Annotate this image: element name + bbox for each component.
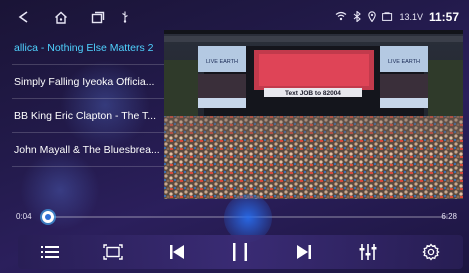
playlist-item[interactable]: BB King Eric Clapton - The T... [12, 99, 164, 133]
playlist-item[interactable]: allica - Nothing Else Matters 2 [12, 31, 164, 65]
settings-button[interactable] [416, 238, 446, 266]
progress-thumb[interactable] [42, 211, 55, 223]
status-indicators: 13.1V 11:57 [335, 8, 459, 26]
screen-text-right: LIVE EARTH [388, 59, 420, 65]
battery-icon [382, 11, 393, 23]
aspect-icon [103, 244, 124, 260]
usb-icon [119, 7, 131, 27]
playlist-item[interactable]: Simply Falling Iyeoka Officia... [12, 65, 164, 99]
wifi-icon [335, 11, 347, 23]
next-button[interactable] [289, 238, 319, 266]
pause-button[interactable] [225, 238, 255, 266]
aspect-ratio-button[interactable] [98, 238, 128, 266]
equalizer-button[interactable] [353, 238, 383, 266]
app-frame: 13.1V 11:57 allica - Nothing Else Matter… [6, 4, 463, 269]
control-bar [18, 235, 463, 269]
total-time: 6:28 [441, 212, 457, 221]
stage-banner: Text JOB to 82004 [285, 90, 341, 97]
list-icon [40, 246, 59, 258]
recent-apps-icon[interactable] [89, 7, 107, 27]
voltage-readout: 13.1V [399, 12, 423, 22]
back-icon[interactable] [16, 7, 32, 27]
playlist: allica - Nothing Else Matters 2 Simply Fa… [12, 31, 164, 167]
clock: 11:57 [428, 10, 459, 24]
playlist-button[interactable] [35, 238, 65, 266]
home-icon[interactable] [52, 7, 70, 27]
current-time: 0:04 [16, 212, 32, 221]
video-frame: LIVE EARTH LIVE EARTH Text JOB to 82004 [164, 30, 463, 199]
video-player[interactable]: LIVE EARTH LIVE EARTH Text JOB to 82004 [164, 30, 463, 199]
equalizer-icon [359, 244, 377, 260]
screen-text-left: LIVE EARTH [206, 59, 238, 65]
bluetooth-icon [353, 9, 362, 24]
settings-icon [422, 243, 440, 261]
next-icon [297, 245, 312, 259]
playlist-item[interactable]: John Mayall & The Bluesbrea... [12, 133, 164, 167]
previous-icon [169, 245, 184, 259]
status-bar: 13.1V 11:57 [6, 4, 463, 30]
location-icon [368, 10, 377, 24]
previous-button[interactable] [162, 238, 192, 266]
pause-icon [233, 243, 248, 261]
